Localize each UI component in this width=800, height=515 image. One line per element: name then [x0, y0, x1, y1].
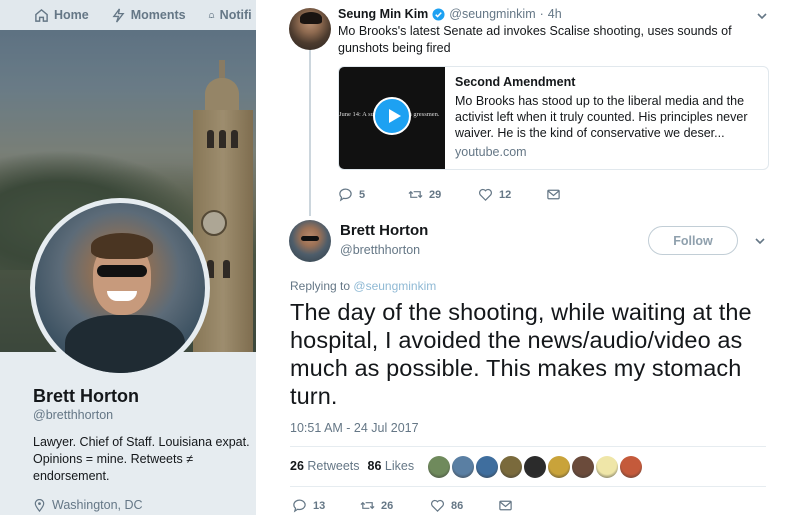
retweet-icon: [408, 190, 423, 199]
liker-avatars: [428, 456, 642, 478]
nav-notifications[interactable]: Notifi: [208, 8, 252, 23]
quoted-time[interactable]: 4h: [548, 7, 562, 21]
reply-icon: [293, 499, 306, 513]
message-button[interactable]: [546, 187, 561, 202]
video-thumbnail[interactable]: June 14: A supporte fires on gressmen.: [339, 67, 445, 169]
quoted-author-handle[interactable]: @seungminkim: [449, 7, 535, 21]
likes-stat-count: 86: [367, 459, 382, 473]
play-icon[interactable]: [373, 97, 411, 135]
reply-button[interactable]: 5: [338, 187, 408, 202]
thread-connector-line: [309, 50, 311, 216]
verified-badge-icon: [432, 7, 445, 21]
profile-avatar[interactable]: [30, 198, 210, 378]
retweets-stat[interactable]: 26 Retweets: [290, 459, 360, 473]
like-count: 12: [499, 188, 512, 201]
profile-location-text: Washington, DC: [52, 498, 143, 512]
likes-stat-label: Likes: [384, 459, 415, 473]
card-url: youtube.com: [455, 145, 527, 159]
reply-count: 5: [359, 188, 366, 201]
like-button[interactable]: 12: [478, 187, 546, 202]
tweet-timestamp[interactable]: 10:51 AM - 24 Jul 2017: [290, 421, 419, 435]
like-button[interactable]: 86: [430, 498, 498, 513]
background-nav: Home Moments Notifi: [0, 0, 256, 30]
liker-avatar[interactable]: [476, 456, 498, 478]
retweet-icon: [360, 501, 375, 510]
location-pin-icon: [34, 498, 45, 512]
author-handle[interactable]: @bretthhorton: [340, 243, 420, 257]
tweet-panel: Seung Min Kim @seungminkim · 4h Mo Brook…: [256, 0, 800, 515]
follow-button[interactable]: Follow: [648, 226, 738, 255]
liker-avatar[interactable]: [620, 456, 642, 478]
quoted-author-name[interactable]: Seung Min Kim: [338, 7, 428, 21]
chevron-down-icon[interactable]: [754, 235, 766, 247]
liker-avatar[interactable]: [500, 456, 522, 478]
replying-to-link[interactable]: @seungminkim: [353, 279, 436, 293]
retweets-stat-label: Retweets: [307, 459, 360, 473]
author-name[interactable]: Brett Horton: [340, 222, 428, 239]
quoted-separator: ·: [539, 7, 544, 21]
tweet-text: The day of the shooting, while waiting a…: [290, 299, 752, 409]
home-icon: [35, 8, 48, 22]
profile-name[interactable]: Brett Horton: [33, 386, 139, 407]
quoted-tweet-text: Mo Brooks's latest Senate ad invokes Sca…: [338, 24, 732, 55]
envelope-icon: [499, 500, 512, 511]
message-button[interactable]: [498, 498, 513, 513]
nav-moments[interactable]: Moments: [111, 8, 186, 23]
chevron-down-icon[interactable]: [756, 10, 768, 22]
quoted-tweet-header: Seung Min Kim @seungminkim · 4h: [338, 7, 562, 21]
retweet-button[interactable]: 29: [408, 187, 478, 202]
tweet-actions: 13 26 86: [292, 498, 513, 513]
quoted-author-avatar[interactable]: [289, 8, 331, 50]
liker-avatar[interactable]: [524, 456, 546, 478]
liker-avatar[interactable]: [548, 456, 570, 478]
reply-count: 13: [313, 499, 326, 512]
liker-avatar[interactable]: [572, 456, 594, 478]
reply-icon: [339, 188, 352, 202]
liker-avatar[interactable]: [428, 456, 450, 478]
heart-icon: [431, 499, 444, 512]
nav-notifications-label: Notifi: [219, 8, 252, 22]
replying-prefix: Replying to: [290, 279, 351, 293]
retweet-button[interactable]: 26: [360, 498, 430, 513]
nav-home[interactable]: Home: [34, 8, 89, 23]
like-count: 86: [451, 499, 464, 512]
profile-handle[interactable]: @bretthhorton: [33, 408, 113, 422]
card-title: Second Amendment: [455, 75, 576, 89]
nav-moments-label: Moments: [130, 8, 186, 22]
retweet-count: 29: [429, 188, 442, 201]
retweet-count: 26: [381, 499, 394, 512]
envelope-icon: [547, 189, 560, 200]
author-avatar[interactable]: [289, 220, 331, 262]
liker-avatar[interactable]: [452, 456, 474, 478]
likes-stat[interactable]: 86 Likes: [368, 459, 415, 473]
reply-button[interactable]: 13: [292, 498, 360, 513]
divider: [290, 486, 766, 487]
heart-icon: [479, 188, 492, 201]
replying-to: Replying to @seungminkim: [290, 279, 436, 293]
profile-bio: Lawyer. Chief of Staff. Louisiana expat.…: [33, 435, 250, 483]
profile-location: Washington, DC: [33, 498, 143, 512]
nav-home-label: Home: [54, 8, 89, 22]
divider: [290, 446, 766, 447]
liker-avatar[interactable]: [596, 456, 618, 478]
lightning-icon: [112, 8, 125, 22]
quoted-tweet-actions: 5 29 12: [338, 187, 561, 202]
card-description: Mo Brooks has stood up to the liberal me…: [455, 94, 748, 140]
retweets-stat-count: 26: [290, 459, 304, 473]
bell-icon: [208, 12, 215, 18]
link-card[interactable]: June 14: A supporte fires on gressmen. S…: [338, 66, 769, 170]
tweet-stats: 26 Retweets 86 Likes: [290, 459, 414, 473]
